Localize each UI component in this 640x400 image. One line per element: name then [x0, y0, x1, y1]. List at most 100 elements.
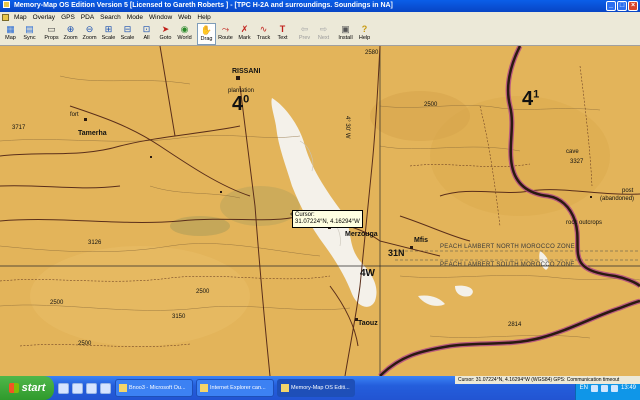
- map-label-2814: 2814: [508, 322, 522, 328]
- world-icon: ◉: [180, 24, 189, 34]
- next-button[interactable]: ⇨ Next: [314, 23, 333, 45]
- map-label-zone-north: PEACH LAMBERT NORTH MOROCCO ZONE: [440, 244, 575, 250]
- task-label: Internet Explorer can...: [210, 385, 266, 391]
- ie-icon: [200, 384, 208, 392]
- map-label-3150: 3150: [172, 314, 186, 320]
- goto-icon: ➤: [161, 24, 170, 34]
- world-button[interactable]: ◉ World: [175, 23, 194, 45]
- network-icon[interactable]: [590, 384, 598, 392]
- grid-label-40: 40: [232, 93, 249, 116]
- taskbar-button-memory-map[interactable]: Memory-Map OS Editi...: [277, 379, 355, 397]
- prev-button[interactable]: ⇦ Prev: [295, 23, 314, 45]
- window-controls: _ □ ×: [606, 1, 638, 11]
- map-label-2500-a: 2500: [424, 102, 438, 108]
- tooltip-line-1: Cursor:: [295, 212, 315, 218]
- grid-label-31n: 31N: [388, 248, 405, 258]
- outlook-icon: [119, 384, 127, 392]
- tool-label: Props: [44, 35, 59, 41]
- task-label: Bnoo3 - Microsoft Ou...: [129, 385, 186, 391]
- tool-label: Install: [338, 35, 353, 41]
- map-label-3717: 3717: [12, 125, 26, 131]
- status-bar: Cursor: 31.07224°N, 4.16294°W (WGS84) GP…: [455, 376, 640, 384]
- map-label-fort: fort: [70, 112, 79, 118]
- grid-label-41-main: 4: [522, 88, 534, 110]
- desktop-icon[interactable]: [86, 382, 97, 394]
- tool-label: Help: [358, 35, 371, 41]
- menu-gps[interactable]: GPS: [58, 12, 78, 23]
- track-icon: ∿: [259, 24, 268, 34]
- document-icon[interactable]: [2, 14, 9, 21]
- zoom-icon: ⊕: [66, 24, 75, 34]
- volume-icon[interactable]: [600, 384, 608, 392]
- tool-label: Prev: [298, 35, 311, 41]
- menu-search[interactable]: Search: [97, 12, 124, 23]
- zoom-out-icon: ⊖: [85, 24, 94, 34]
- mark-button[interactable]: ✗ Mark: [235, 23, 254, 45]
- map-label-2500-d: 2500: [196, 289, 210, 295]
- scale-icon: ⊞: [104, 24, 113, 34]
- maximize-button[interactable]: □: [617, 1, 627, 11]
- quick-launch: [54, 382, 115, 394]
- drag-button[interactable]: ✋ Drag: [197, 23, 216, 45]
- menu-help[interactable]: Help: [194, 12, 213, 23]
- install-button[interactable]: ▣ Install: [336, 23, 355, 45]
- tool-label: World: [177, 35, 192, 41]
- menu-pda[interactable]: PDA: [78, 12, 97, 23]
- text-button[interactable]: T Text: [273, 23, 292, 45]
- tool-label: Zoom: [82, 35, 97, 41]
- grid-label-4w: 4W: [360, 268, 375, 279]
- menu-bar: Map Overlay GPS PDA Search Mode Window W…: [0, 12, 640, 23]
- tool-label: Scale: [120, 35, 135, 41]
- map-canvas[interactable]: RISSANI plantation 40 4° 30' W Tamerha f…: [0, 46, 640, 376]
- menu-map[interactable]: Map: [11, 12, 30, 23]
- map-button[interactable]: ▦ Map: [1, 23, 20, 45]
- tool-label: All: [143, 35, 150, 41]
- taskbar-button-ie[interactable]: Internet Explorer can...: [196, 379, 274, 397]
- menu-overlay[interactable]: Overlay: [30, 12, 58, 23]
- scale-down-button[interactable]: ⊟ Scale: [118, 23, 137, 45]
- map-label-merzouga: Merzouga: [345, 231, 378, 238]
- window-title: Memory-Map OS Edition Version 5 [License…: [13, 2, 393, 9]
- zoom-out-button[interactable]: ⊖ Zoom: [80, 23, 99, 45]
- task-label: Memory-Map OS Editi...: [291, 385, 350, 391]
- security-icon[interactable]: [610, 384, 618, 392]
- menu-window[interactable]: Window: [146, 12, 175, 23]
- toolbar: ▦ Map ▤ Sync ▭ Props ⊕ Zoom ⊖ Zoom ⊞ Scale ⊟ Sc…: [0, 23, 640, 46]
- scale-up-button[interactable]: ⊞ Scale: [99, 23, 118, 45]
- route-icon: ⤳: [221, 24, 230, 34]
- tool-label: Drag: [200, 36, 213, 42]
- clock[interactable]: 13:49: [621, 385, 636, 391]
- language-indicator[interactable]: EN: [580, 385, 588, 391]
- ie-icon[interactable]: [58, 382, 69, 394]
- map-label-lon: 4° 30' W: [344, 116, 350, 139]
- memory-map-icon: [281, 384, 289, 392]
- map-label-zone-south: PEACH LAMBERT SOUTH MOROCCO ZONE: [440, 262, 575, 268]
- minimize-button[interactable]: _: [606, 1, 616, 11]
- help-icon: ?: [361, 24, 368, 34]
- properties-icon: ▭: [47, 24, 56, 34]
- start-button[interactable]: start: [0, 376, 54, 400]
- map-label-tamerha: Tamerha: [78, 130, 107, 137]
- tool-label: Goto: [159, 35, 172, 41]
- menu-web[interactable]: Web: [175, 12, 194, 23]
- close-button[interactable]: ×: [628, 1, 638, 11]
- all-button[interactable]: ⊡ All: [137, 23, 156, 45]
- grid-label-40-main: 4: [232, 93, 244, 115]
- map-label-taouz: Taouz: [358, 320, 378, 327]
- taskbar-button-outlook[interactable]: Bnoo3 - Microsoft Ou...: [115, 379, 193, 397]
- zoom-in-button[interactable]: ⊕ Zoom: [61, 23, 80, 45]
- grid-label-41: 41: [522, 88, 539, 111]
- help-button[interactable]: ? Help: [355, 23, 374, 45]
- props-button[interactable]: ▭ Props: [42, 23, 61, 45]
- title-bar: Memory-Map OS Edition Version 5 [License…: [0, 0, 640, 12]
- outlook-icon[interactable]: [72, 382, 83, 394]
- tool-label: Route: [218, 35, 233, 41]
- sync-button[interactable]: ▤ Sync: [20, 23, 39, 45]
- tooltip-line-2: 31.07224°N, 4.16294°W: [295, 219, 360, 225]
- route-button[interactable]: ⤳ Route: [216, 23, 235, 45]
- track-button[interactable]: ∿ Track: [254, 23, 273, 45]
- goto-button[interactable]: ➤ Goto: [156, 23, 175, 45]
- menu-mode[interactable]: Mode: [124, 12, 146, 23]
- media-icon[interactable]: [100, 382, 111, 394]
- mark-icon: ✗: [240, 24, 249, 34]
